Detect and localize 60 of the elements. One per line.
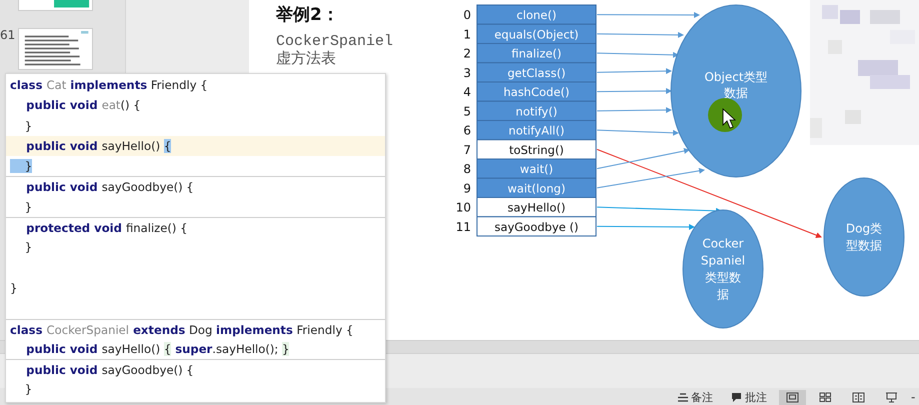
- row-index: 6: [463, 124, 471, 138]
- speech-bubble-icon: [731, 392, 742, 402]
- row-index: 1: [463, 27, 471, 42]
- method-name: notifyAll(): [508, 124, 564, 138]
- code-line: }: [6, 156, 385, 176]
- method-name: notify(): [516, 104, 558, 118]
- code-line: public void sayHello() { super.sayHello(); }: [25, 340, 290, 358]
- slide-title: 举例2：: [276, 4, 339, 27]
- row-index: 4: [463, 85, 471, 99]
- notes-icon: [678, 392, 688, 402]
- method-name: hashCode(): [503, 85, 570, 99]
- method-name: finalize(): [511, 46, 562, 60]
- slide-number: 61: [0, 28, 16, 42]
- node-label: Cocker: [702, 236, 744, 250]
- zoom-out-button[interactable]: -: [911, 390, 919, 404]
- method-name: getClass(): [507, 66, 566, 80]
- code-line: class Cat implements Friendly {: [9, 77, 209, 94]
- row-index: 2: [463, 46, 471, 60]
- node-label: 据: [717, 288, 729, 302]
- code-line: public void eat() {: [25, 97, 142, 114]
- code-line: }: [24, 118, 34, 135]
- row-index: 3: [463, 66, 471, 80]
- cursor-icon: [708, 98, 742, 132]
- slide-text: 虚方法表: [276, 51, 336, 69]
- node-label: Dog类: [846, 222, 882, 236]
- node-label: 型数据: [846, 238, 882, 252]
- reading-view-icon: [852, 392, 865, 402]
- row-index: 7: [463, 142, 471, 157]
- code-line: public void sayGoodbye() {: [6, 176, 385, 197]
- method-name: wait(long): [508, 181, 566, 196]
- row-index: 11: [456, 220, 471, 234]
- row-index: 5: [463, 104, 471, 118]
- node-label: Object类型: [704, 70, 768, 84]
- code-line: public void sayGoodbye() {: [6, 359, 385, 380]
- node-label: 数据: [724, 86, 748, 100]
- code-line: protected void finalize() {: [6, 217, 385, 238]
- node-label: 类型数: [705, 270, 741, 284]
- comments-button[interactable]: 批注: [725, 388, 773, 405]
- code-line: }: [9, 280, 18, 297]
- notes-button[interactable]: 备注: [672, 388, 719, 405]
- method-name: sayGoodbye (): [494, 220, 578, 234]
- method-name: equals(Object): [494, 27, 579, 42]
- row-index: 8: [463, 162, 471, 176]
- code-line: }: [24, 198, 34, 216]
- code-line: class CockerSpaniel extends Dog implements Friendly {: [6, 318, 385, 339]
- slide-text: CockerSpaniel: [276, 33, 394, 50]
- grid-view-icon: [819, 392, 832, 402]
- node-label: Spaniel: [700, 254, 746, 268]
- row-index: 0: [463, 8, 471, 22]
- method-name: wait(): [520, 162, 554, 176]
- row-index: 10: [456, 200, 471, 214]
- slideshow-icon: [885, 392, 898, 402]
- method-name: toString(): [509, 142, 564, 157]
- method-name: clone(): [516, 8, 556, 22]
- view-button[interactable]: [779, 390, 806, 404]
- row-index: 9: [463, 181, 471, 196]
- code-line: }: [24, 381, 34, 398]
- normal-view-icon: [786, 392, 799, 402]
- code-line: }: [24, 239, 34, 256]
- method-name: sayHello(): [508, 200, 566, 214]
